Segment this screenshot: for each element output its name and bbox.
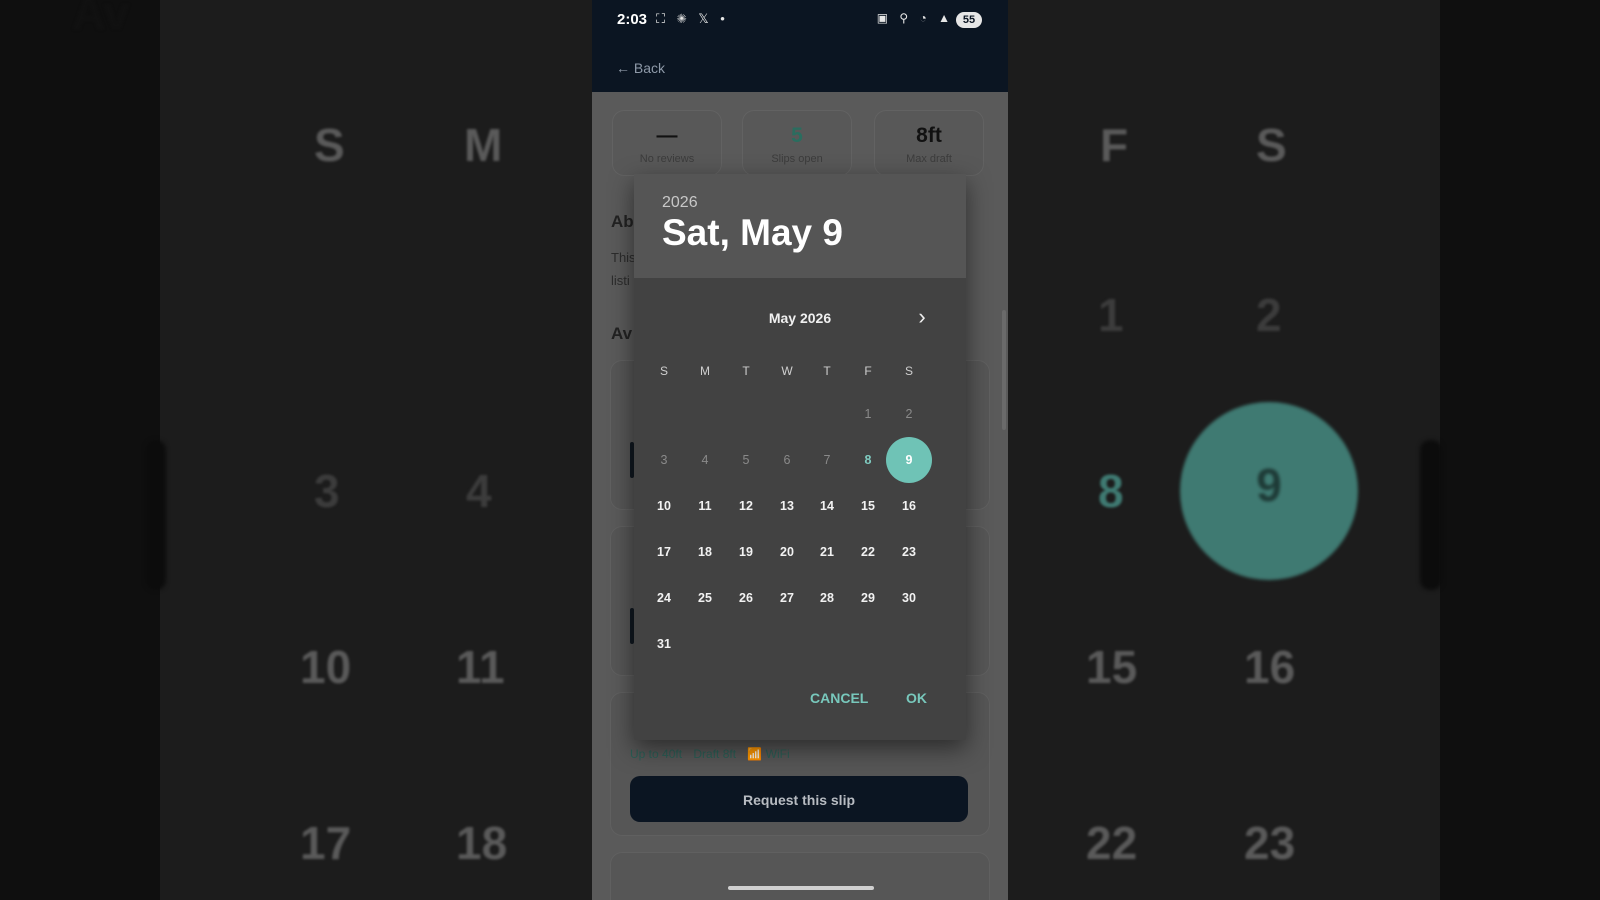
amenities-row: Up to 40ft Draft 8ft 📶 WiFi [630,747,798,761]
day-cell: 7 [823,453,831,467]
weekday-label: S [659,364,668,378]
bg-day: 18 [456,817,508,869]
request-slip-button[interactable]: Request this slip [630,776,968,822]
stat-slips: 5 Slips open [742,110,852,176]
bg-shape [146,440,166,590]
day-cell: 5 [742,453,750,467]
bg-day: 23 [1244,817,1296,869]
day-cell[interactable]: 29 [848,578,888,618]
day-cell[interactable]: 10 [644,486,684,526]
about-text: This [611,250,636,265]
bg-day: 22 [1086,817,1138,869]
availability-heading: Av [611,324,633,343]
bg-weekday: S [1256,119,1287,171]
stat-label: No reviews [639,153,695,165]
stat-value: — [656,124,678,147]
stat-value: 5 [791,124,803,147]
stat-label: Max draft [906,153,952,165]
weekday-label: W [781,364,793,378]
home-indicator[interactable] [728,886,874,890]
weekday-label: M [700,364,710,378]
bg-weekday: S [314,119,345,171]
stat-draft: 8ft Max draft [874,110,984,176]
bg-day: 11 [456,641,505,693]
bg-edge-left [0,0,160,900]
weekday-label: T [742,364,750,378]
day-cell[interactable]: 13 [767,486,807,526]
bg-day: 17 [300,817,352,869]
date-picker-header: 2026 Sat, May 9 [634,174,966,278]
day-cell: 2 [905,407,913,421]
bg-edge-right [1440,0,1600,900]
top-bar: ← Back [592,40,1008,92]
bg-shape [1420,440,1442,590]
bg-day: 2 [1256,289,1282,341]
day-cell[interactable]: 8 [848,440,888,480]
day-cell[interactable]: 17 [644,532,684,572]
day-cell: 4 [701,453,709,467]
bg-day: 1 [1098,289,1124,341]
about-heading: Ab [611,212,634,231]
bg-panel-left [160,0,592,900]
amenity-wifi: 📶 WiFi [747,747,790,761]
back-button[interactable]: ← Back [616,60,665,76]
battery-icon: 55 [956,12,982,28]
day-cell: 1 [864,407,872,421]
day-cell[interactable]: 27 [767,578,807,618]
selected-date-label: Sat, May 9 [662,212,843,253]
day-cell[interactable]: 23 [889,532,929,572]
year-label[interactable]: 2026 [662,194,698,212]
chevron-right-icon: › [918,304,926,329]
status-bar: 2:03 ⛶ ✺ 𝕏 • ▣ ⚲ ◔ ▲ 55 [592,0,1008,40]
amenity-draft: Draft 8ft [693,747,737,761]
day-cell[interactable]: 16 [889,486,929,526]
day-cell[interactable]: 15 [848,486,888,526]
weekday-label: T [823,364,831,378]
day-cell: 6 [783,453,791,467]
slip-card [610,852,990,900]
bg-day: 16 [1244,641,1296,693]
day-cell[interactable]: 20 [767,532,807,572]
system-icons: ▣ ⚲ ◔ ▲ [876,11,954,25]
scrollbar[interactable] [1002,310,1006,430]
bg-day: 10 [300,641,352,693]
day-selected[interactable]: 9 [886,437,932,483]
amenity-length: Up to 40ft [630,747,683,761]
day-cell[interactable]: 21 [807,532,847,572]
bg-day: 9 [1256,459,1282,511]
weekday-label: F [864,364,872,378]
bg-selected-circle: 9 [1180,402,1358,580]
about-text: listi [611,273,630,288]
day-cell[interactable]: 11 [685,486,725,526]
day-cell[interactable]: 12 [726,486,766,526]
cancel-button[interactable]: CANCEL [810,690,868,706]
weekday-label: S [904,364,913,378]
day-cell[interactable]: 28 [807,578,847,618]
bg-day: 8 [1098,465,1124,517]
day-cell[interactable]: 22 [848,532,888,572]
day-cell[interactable]: 30 [889,578,929,618]
ok-button[interactable]: OK [906,690,927,706]
stat-reviews: — No reviews [612,110,722,176]
day-cell[interactable]: 24 [644,578,684,618]
day-cell: 3 [660,453,668,467]
bg-weekday: M [464,119,503,171]
notification-icons: ⛶ ✺ 𝕏 • [656,11,729,26]
day-cell[interactable]: 25 [685,578,725,618]
bg-day: 4 [466,465,492,517]
stat-label: Slips open [771,153,823,165]
day-cell[interactable]: 26 [726,578,766,618]
date-picker-dialog: 2026 Sat, May 9 May 2026 › SMTWTFS 12345… [634,174,966,740]
bg-weekday: F [1100,119,1129,171]
stat-value: 8ft [916,124,942,147]
day-cell[interactable]: 14 [807,486,847,526]
bg-day: 3 [314,465,340,517]
bg-day: 15 [1086,641,1138,693]
next-month-button[interactable]: › [906,302,938,334]
bg-fragment: Av [72,0,130,39]
status-time: 2:03 [617,11,648,28]
day-cell[interactable]: 18 [685,532,725,572]
day-cell[interactable]: 19 [726,532,766,572]
day-cell[interactable]: 31 [644,624,684,664]
